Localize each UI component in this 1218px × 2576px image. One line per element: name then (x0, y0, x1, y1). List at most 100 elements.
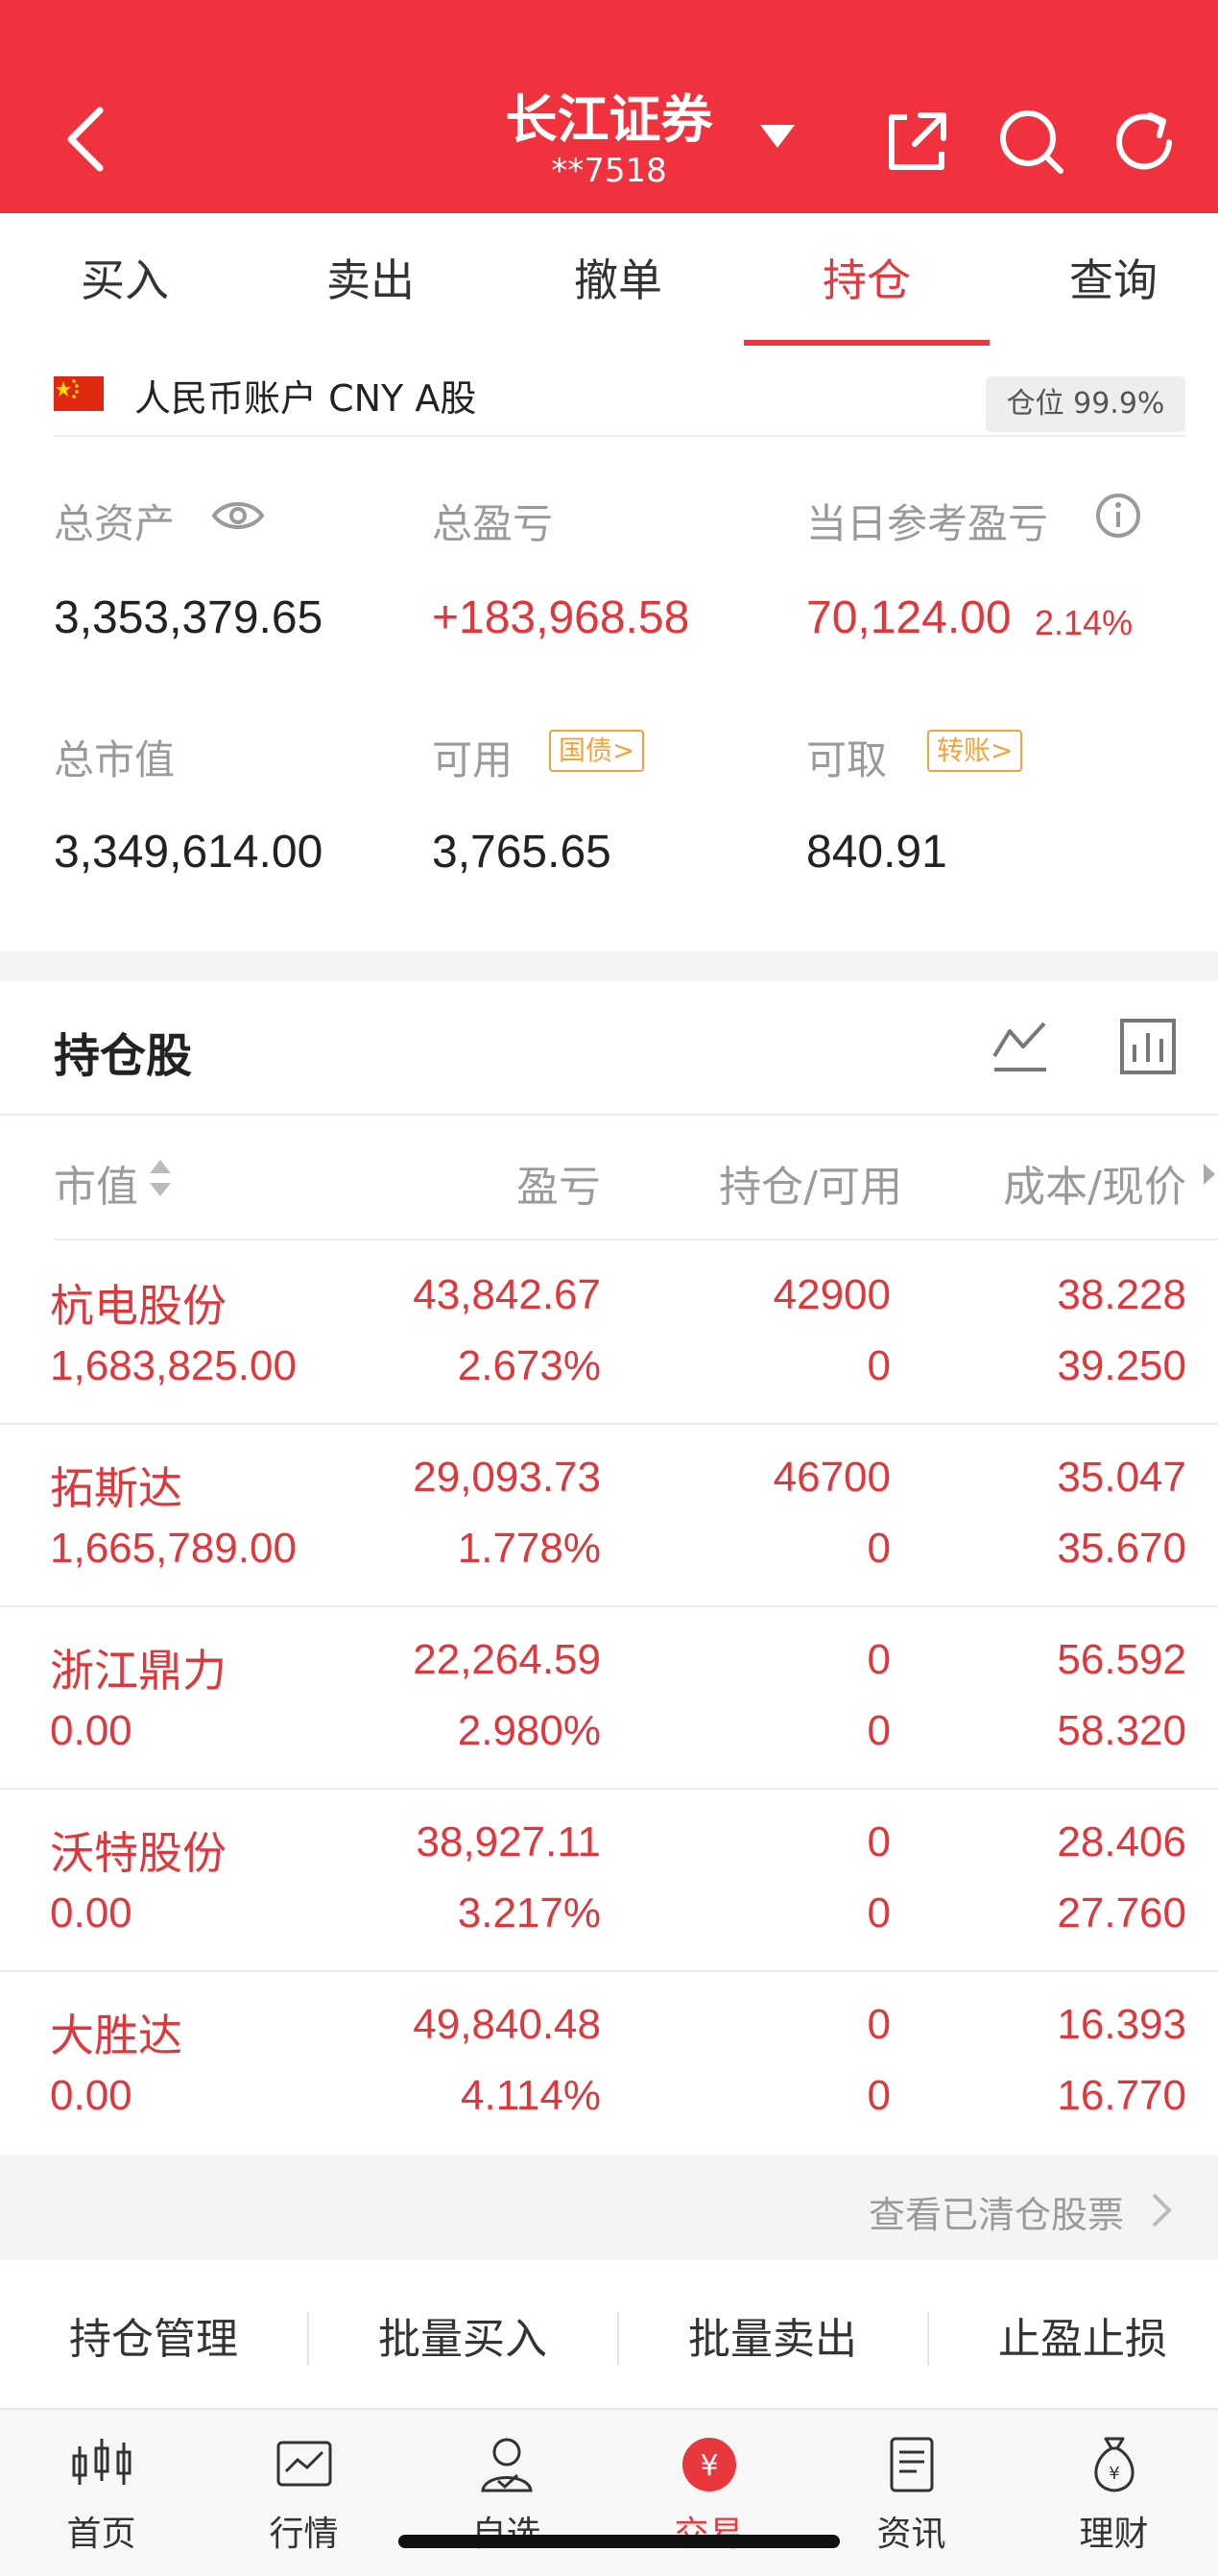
search-icon[interactable] (993, 104, 1070, 181)
current-price: 39.250 (1057, 1342, 1186, 1389)
table-row[interactable]: 浙江鼎力 0.00 22,264.59 2.980% 0 0 56.592 58… (0, 1607, 1218, 1790)
user-icon (481, 2438, 533, 2492)
nav-news[interactable]: 资讯 (810, 2410, 1013, 2576)
holdings-title: 持仓股 (54, 1029, 193, 1083)
nav-label: 理财 (1079, 2515, 1149, 2554)
scroll-right-caret-icon[interactable] (1202, 1162, 1217, 1187)
current-price: 16.770 (1057, 2072, 1186, 2119)
total-assets-value: 3,353,379.65 (54, 592, 323, 643)
transfer-tag[interactable]: 转账> (927, 730, 1023, 772)
nav-wealth[interactable]: ¥ 理财 (1013, 2410, 1215, 2576)
separator (617, 2312, 619, 2366)
pnl-value: 43,842.67 (413, 1271, 601, 1318)
available-qty: 0 (867, 1342, 891, 1389)
batch-buy-button[interactable]: 批量买入 (347, 2304, 578, 2371)
column-market-value[interactable]: 市值 (54, 1152, 138, 1214)
withdrawable-label: 可取 (806, 736, 888, 783)
pnl-value: 38,927.11 (416, 1818, 601, 1866)
nav-label: 交易 (608, 2506, 810, 2556)
nav-watchlist[interactable]: 自选 (405, 2410, 608, 2576)
available-value: 3,765.65 (432, 827, 611, 878)
info-icon[interactable] (1094, 492, 1142, 540)
separator (307, 2312, 309, 2366)
divider (54, 435, 1186, 437)
cost-price: 56.592 (1057, 1636, 1186, 1683)
position-ratio-badge: 仓位 99.9% (986, 376, 1185, 432)
tab-buy[interactable]: 买入 (2, 213, 248, 348)
tab-positions[interactable]: 持仓 (744, 213, 990, 348)
view-cleared-stocks-link[interactable]: 查看已清仓股票 (869, 2185, 1124, 2238)
money-bag-icon: ¥ (1094, 2437, 1134, 2492)
table-row[interactable]: 沃特股份 0.00 38,927.11 3.217% 0 0 28.406 27… (0, 1790, 1218, 1972)
nav-label: 资讯 (876, 2515, 946, 2554)
available-qty: 0 (867, 1890, 891, 1937)
available-qty: 0 (867, 1707, 891, 1754)
nav-label: 自选 (405, 2506, 608, 2556)
bottom-navigation: 首页 行情 自选 ¥ 交易 资讯 (0, 2408, 1218, 2576)
stock-name: 沃特股份 (50, 1827, 227, 1879)
account-row[interactable]: 人民币账户 CNY A股 仓位 99.9% (0, 348, 1218, 436)
pnl-percent: 2.980% (457, 1707, 601, 1754)
pnl-value: 49,840.48 (413, 2001, 601, 2048)
total-pnl-label: 总盈亏 (432, 500, 554, 547)
position-qty: 0 (867, 1636, 891, 1683)
nav-home[interactable]: 首页 (0, 2410, 203, 2576)
stock-name: 大胜达 (50, 2010, 182, 2061)
pnl-value: 22,264.59 (413, 1636, 601, 1683)
nav-trade[interactable]: ¥ 交易 (608, 2410, 810, 2576)
treasury-bond-tag[interactable]: 国债> (549, 730, 645, 772)
position-qty: 42900 (773, 1271, 891, 1318)
dropdown-caret-icon[interactable] (758, 123, 797, 152)
separator (927, 2312, 929, 2366)
eye-icon[interactable] (211, 495, 265, 536)
line-chart-icon (276, 2441, 332, 2487)
section-gap (0, 951, 1218, 981)
refresh-icon[interactable] (1106, 104, 1182, 181)
nav-label: 首页 (66, 2515, 136, 2554)
cost-price: 35.047 (1057, 1454, 1186, 1501)
market-value-value: 3,349,614.00 (54, 827, 323, 878)
sort-icon[interactable] (148, 1156, 173, 1200)
nav-market[interactable]: 行情 (203, 2410, 405, 2576)
stock-name: 杭电股份 (50, 1280, 227, 1332)
position-qty: 0 (867, 2001, 891, 2048)
candlestick-icon (72, 2439, 131, 2485)
pnl-percent: 2.673% (457, 1342, 601, 1389)
market-value: 0.00 (50, 1707, 132, 1754)
withdrawable-value: 840.91 (806, 827, 947, 878)
trend-chart-icon[interactable] (991, 1018, 1050, 1073)
current-price: 27.760 (1057, 1890, 1186, 1937)
bar-chart-icon[interactable] (1119, 1018, 1177, 1075)
stock-name: 拓斯达 (50, 1462, 182, 1514)
trade-tabs: 买入 卖出 撤单 持仓 查询 (0, 213, 1218, 348)
current-price: 35.670 (1057, 1525, 1186, 1572)
available-label: 可用 (432, 736, 513, 783)
daily-pnl-label: 当日参考盈亏 (806, 500, 1049, 547)
top-bar: 长江证券 **7518 (0, 0, 1218, 213)
pnl-percent: 1.778% (457, 1525, 601, 1572)
yuan-icon: ¥ (682, 2438, 736, 2492)
take-profit-stop-loss-button[interactable]: 止盈止损 (967, 2304, 1198, 2371)
position-management-button[interactable]: 持仓管理 (38, 2304, 269, 2371)
cost-price: 38.228 (1057, 1271, 1186, 1318)
stock-name: 浙江鼎力 (50, 1645, 227, 1697)
column-position-available: 持仓/可用 (719, 1163, 902, 1212)
position-qty: 0 (867, 1818, 891, 1866)
market-value: 0.00 (50, 2072, 132, 2119)
nav-label: 行情 (269, 2515, 339, 2554)
document-icon (890, 2437, 934, 2492)
table-row[interactable]: 大胜达 0.00 49,840.48 4.114% 0 0 16.393 16.… (0, 1972, 1218, 2155)
home-indicator[interactable] (398, 2535, 840, 2548)
batch-sell-button[interactable]: 批量卖出 (657, 2304, 888, 2371)
table-row[interactable]: 杭电股份 1,683,825.00 43,842.67 2.673% 42900… (0, 1242, 1218, 1425)
column-cost-price: 成本/现价 (1003, 1163, 1186, 1212)
account-type-label: 人民币账户 CNY A股 (134, 377, 477, 420)
tab-cancel[interactable]: 撤单 (495, 213, 741, 348)
tab-query[interactable]: 查询 (991, 213, 1218, 348)
current-price: 58.320 (1057, 1707, 1186, 1754)
share-icon[interactable] (878, 104, 955, 181)
china-flag-icon (54, 376, 104, 411)
market-value: 1,683,825.00 (50, 1342, 297, 1389)
table-row[interactable]: 拓斯达 1,665,789.00 29,093.73 1.778% 46700 … (0, 1425, 1218, 1607)
tab-sell[interactable]: 卖出 (248, 213, 493, 348)
